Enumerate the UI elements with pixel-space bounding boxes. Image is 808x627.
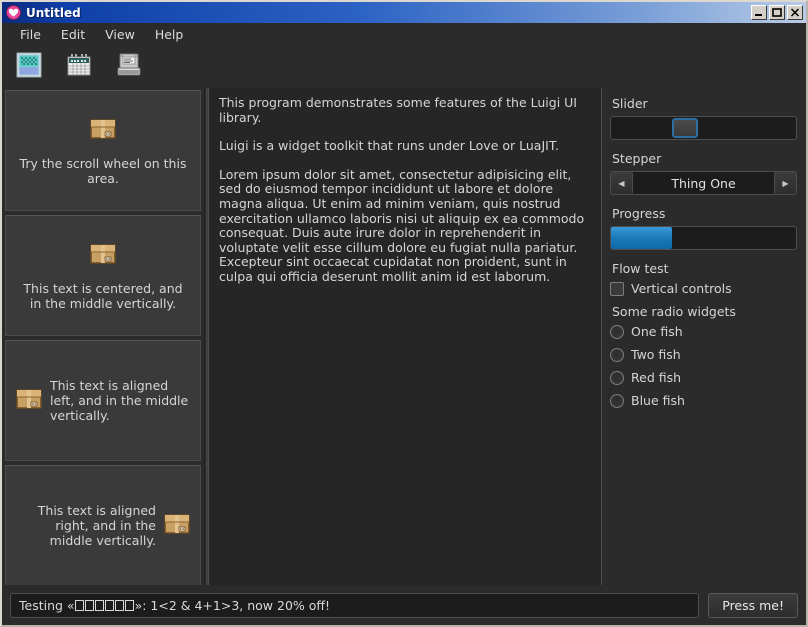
calendar-icon (65, 51, 93, 83)
toolbar-button-printer[interactable] (113, 51, 145, 83)
progress-bar-fill (611, 227, 673, 249)
stepper-prev-button[interactable]: ◀ (611, 172, 633, 194)
paragraph-lorem: Lorem ipsum dolor sit amet, consectetur … (219, 166, 585, 284)
paragraph-toolkit: Luigi is a widget toolkit that runs unde… (219, 138, 559, 154)
list-item-label: This text is aligned right, and in the m… (37, 503, 156, 548)
toolbar (2, 45, 806, 88)
content-area: Try the scroll wheel on this area. This … (2, 88, 806, 585)
list-item[interactable]: This text is aligned left, and in the mi… (5, 340, 201, 461)
toolbar-button-calendar[interactable] (63, 51, 95, 83)
minimize-button[interactable] (751, 5, 767, 20)
radio-option-two-fish[interactable]: Two fish (610, 347, 797, 362)
menu-bar: File Edit View Help (2, 23, 806, 45)
radio-circle[interactable] (610, 324, 624, 339)
missing-glyph-box (75, 599, 85, 611)
chevron-right-icon: ▶ (782, 178, 789, 188)
radio-option-one-fish[interactable]: One fish (610, 324, 797, 339)
widgets-panel-right: Slider Stepper ◀ Thing One ▶ Progress Fl… (602, 88, 806, 585)
stepper-label: Stepper (612, 151, 662, 166)
menu-item-help[interactable]: Help (145, 25, 194, 44)
text-content-panel: This program demonstrates some features … (208, 88, 602, 585)
image-icon (15, 51, 43, 83)
maximize-button[interactable] (769, 5, 785, 20)
stepper-value: Thing One (633, 172, 774, 194)
scroll-panel-left[interactable]: Try the scroll wheel on this area. This … (2, 88, 204, 585)
missing-glyph-box (115, 599, 125, 611)
progress-bar (610, 226, 797, 250)
radio-group-label: Some radio widgets (612, 304, 736, 319)
missing-glyph-box (125, 599, 135, 611)
stepper-control[interactable]: ◀ Thing One ▶ (610, 171, 797, 195)
package-box-icon (16, 386, 42, 416)
missing-glyph-box (95, 599, 105, 611)
status-text-after: »: 1<2 & 4+1>3, now 20% off! (134, 597, 331, 613)
package-box-icon (90, 116, 116, 146)
status-bar: Testing « »: 1<2 & 4+1>3, now 20% off! (10, 592, 700, 618)
progress-label: Progress (612, 206, 666, 221)
list-item[interactable]: This text is aligned right, and in the m… (5, 465, 201, 585)
title-bar[interactable]: Untitled (2, 2, 806, 23)
toolbar-button-image[interactable] (13, 51, 45, 83)
printer-icon (115, 51, 143, 83)
package-box-icon (164, 511, 190, 541)
checkbox-label: Vertical controls (631, 281, 732, 296)
radio-circle[interactable] (610, 347, 624, 362)
radio-option-red-fish[interactable]: Red fish (610, 370, 797, 385)
radio-label: Two fish (631, 347, 681, 362)
package-box-icon (90, 241, 116, 271)
menu-item-edit[interactable]: Edit (51, 25, 95, 44)
checkbox-vertical-controls[interactable]: Vertical controls (610, 281, 797, 296)
radio-label: Blue fish (631, 393, 685, 408)
application-window: Untitled File Edit View Help Try the scr… (0, 0, 808, 627)
window-controls (751, 5, 804, 20)
menu-item-file[interactable]: File (10, 25, 51, 44)
checkbox-box[interactable] (610, 281, 624, 296)
menu-item-view[interactable]: View (95, 25, 145, 44)
radio-option-blue-fish[interactable]: Blue fish (610, 393, 797, 408)
slider-track[interactable] (610, 116, 797, 140)
press-me-button[interactable]: Press me! (708, 592, 798, 618)
flow-test-label: Flow test (612, 261, 669, 276)
list-item[interactable]: This text is centered, and in the middle… (5, 215, 201, 336)
chevron-left-icon: ◀ (618, 178, 625, 188)
paragraph-intro: This program demonstrates some features … (219, 95, 577, 125)
radio-circle[interactable] (610, 370, 624, 385)
heart-app-icon (6, 5, 21, 20)
radio-circle[interactable] (610, 393, 624, 408)
slider-handle[interactable] (672, 118, 699, 138)
radio-label: One fish (631, 324, 683, 339)
list-item-label: This text is centered, and in the middle… (23, 280, 183, 311)
stepper-next-button[interactable]: ▶ (774, 172, 796, 194)
list-item-label: Try the scroll wheel on this area. (19, 155, 187, 186)
missing-glyph-run (75, 598, 135, 613)
radio-label: Red fish (631, 370, 682, 385)
slider-label: Slider (612, 96, 648, 111)
close-button[interactable] (787, 5, 803, 20)
missing-glyph-box (105, 599, 115, 611)
status-text-before: Testing « (19, 597, 75, 613)
list-item-label: This text is aligned left, and in the mi… (50, 378, 189, 423)
window-title: Untitled (26, 5, 81, 20)
list-item[interactable]: Try the scroll wheel on this area. (5, 90, 201, 211)
missing-glyph-box (85, 599, 95, 611)
status-row: Testing « »: 1<2 & 4+1>3, now 20% off! Pr… (2, 585, 806, 625)
